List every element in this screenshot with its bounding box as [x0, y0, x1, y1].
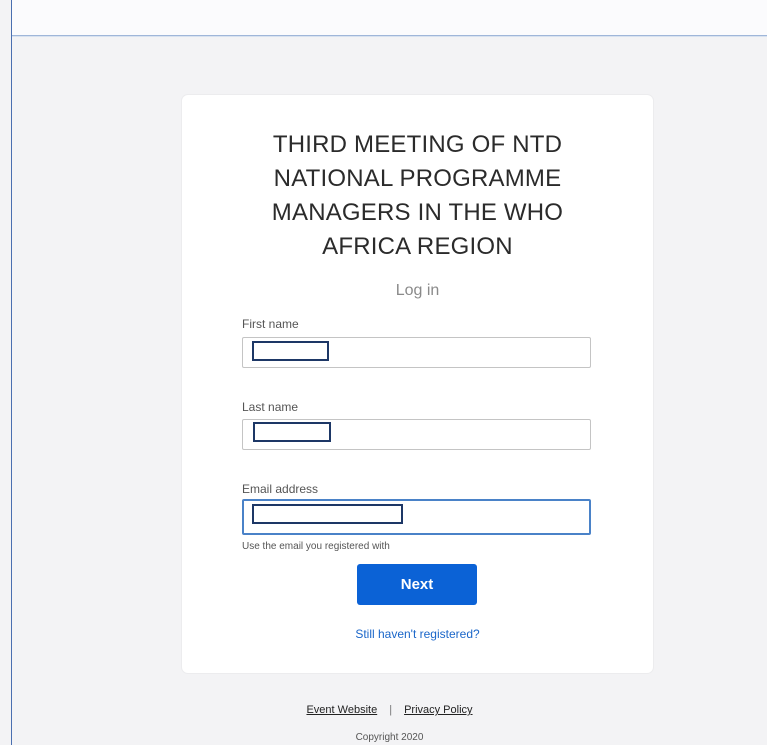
- privacy-policy-link[interactable]: Privacy Policy: [404, 704, 472, 716]
- first-name-label: First name: [242, 317, 299, 331]
- login-card: THIRD MEETING OF NTD NATIONAL PROGRAMME …: [182, 95, 653, 673]
- login-subtitle: Log in: [395, 282, 440, 299]
- email-redaction: [252, 504, 403, 524]
- event-website-link[interactable]: Event Website: [306, 704, 377, 716]
- footer-links: Event Website | Privacy Policy: [0, 704, 767, 716]
- first-name-redaction: [252, 341, 329, 361]
- top-bar: [12, 0, 767, 36]
- copyright-text: Copyright 2020: [355, 732, 424, 743]
- window-left-border: [11, 0, 12, 745]
- email-label: Email address: [242, 482, 319, 496]
- next-button[interactable]: Next: [357, 564, 477, 605]
- email-helper-text: Use the email you registered with: [242, 541, 390, 552]
- last-name-label: Last name: [242, 400, 299, 414]
- footer-separator: |: [389, 704, 393, 716]
- still-not-registered-link[interactable]: Still haven't registered?: [182, 627, 653, 641]
- last-name-redaction: [253, 422, 331, 442]
- event-title: THIRD MEETING OF NTD NATIONAL PROGRAMME …: [271, 131, 564, 260]
